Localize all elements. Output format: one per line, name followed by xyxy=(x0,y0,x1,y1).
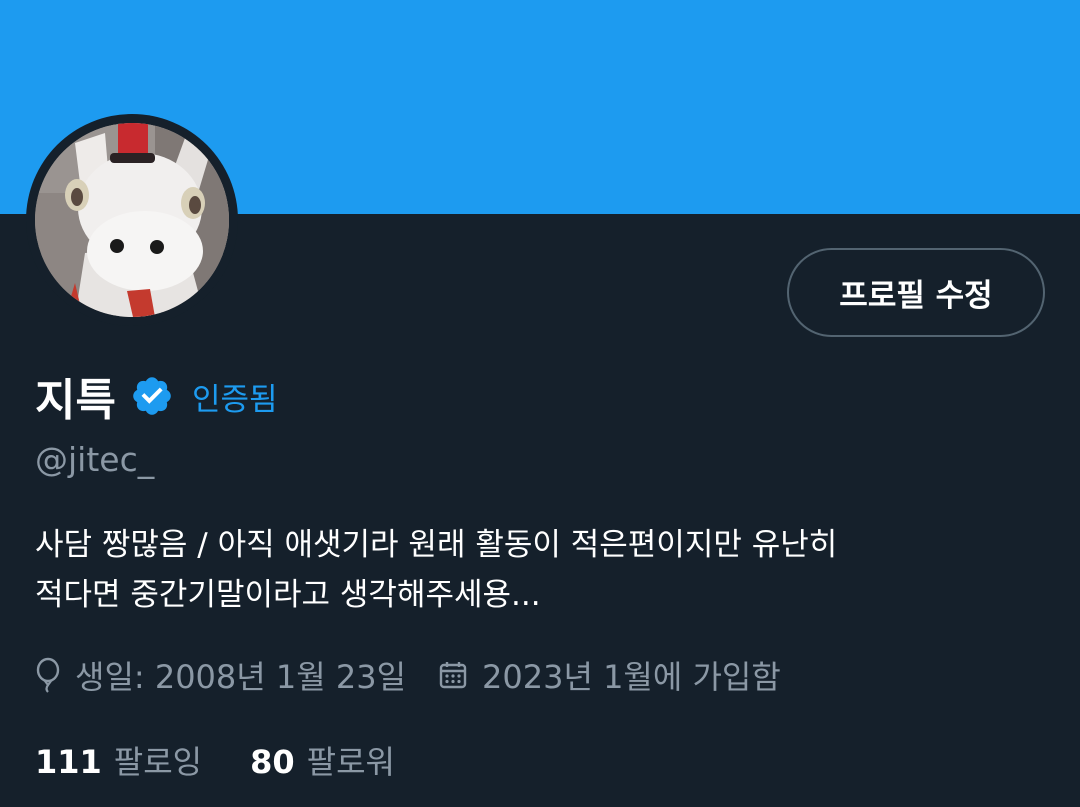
followers-link[interactable]: 80 팔로워 xyxy=(250,737,395,783)
name-row: 지특 인증됨 xyxy=(35,366,278,426)
verified-badge-icon[interactable] xyxy=(130,374,174,418)
calendar-icon xyxy=(439,662,467,689)
username-handle: @jitec_ xyxy=(35,440,155,479)
profile-bio: 사담 짱많음 / 아직 애샛기라 원래 활동이 적은편이지만 유난히 적다면 중… xyxy=(35,520,1045,620)
following-link[interactable]: 111 팔로잉 xyxy=(35,737,202,783)
following-label: 팔로잉 xyxy=(113,743,203,781)
avatar-image xyxy=(35,123,229,317)
display-name: 지특 xyxy=(35,375,116,426)
profile-meta: 생일: 2008년 1월 23일 2023년 1월에 가입함 xyxy=(35,650,781,700)
follow-stats: 111 팔로잉 80 팔로워 xyxy=(35,735,395,785)
joined-text: 2023년 1월에 가입함 xyxy=(482,658,781,696)
birthday-text: 생일: 2008년 1월 23일 xyxy=(75,658,407,696)
bio-line: 사담 짱많음 / 아직 애샛기라 원래 활동이 적은편이지만 유난히 xyxy=(35,527,838,563)
bio-line: 적다면 중간기말이라고 생각해주세용... xyxy=(35,577,541,613)
avatar[interactable] xyxy=(35,123,229,317)
following-count: 111 xyxy=(35,743,102,781)
verified-label[interactable]: 인증됨 xyxy=(192,374,278,419)
balloon-icon xyxy=(36,657,60,693)
edit-profile-button[interactable]: 프로필 수정 xyxy=(787,248,1045,337)
birthday-item: 생일: 2008년 1월 23일 xyxy=(35,652,406,698)
followers-count: 80 xyxy=(250,743,295,781)
followers-label: 팔로워 xyxy=(306,743,395,781)
joined-item: 2023년 1월에 가입함 xyxy=(438,652,781,698)
